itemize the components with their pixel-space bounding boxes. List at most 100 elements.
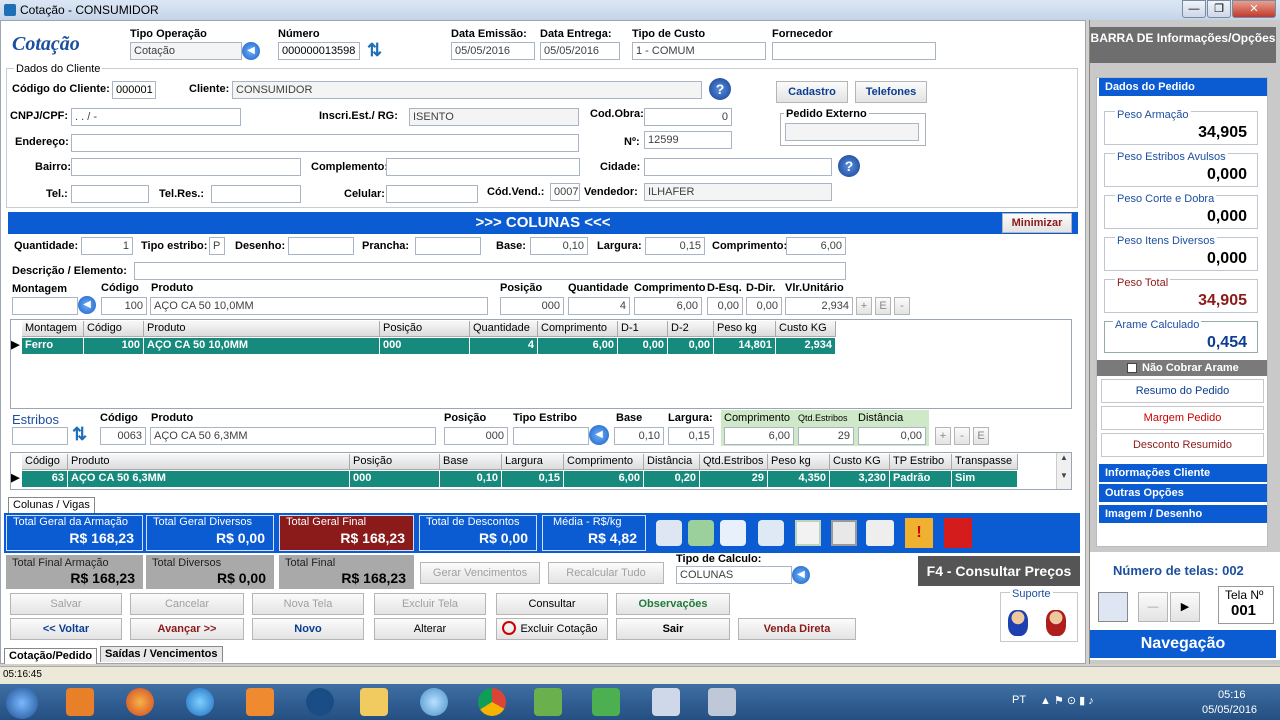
table-cell[interactable]: 0,10 [440,471,502,487]
start-orb-icon[interactable] [6,687,38,719]
voltar-button[interactable]: << Voltar [10,618,122,640]
pedido-externo-field[interactable] [785,123,919,141]
tab-colunas-vigas[interactable]: Colunas / Vigas [8,497,95,513]
estribos-tipo-field[interactable] [513,427,589,445]
column-header[interactable]: Transpasse [952,454,1018,470]
prancha-field[interactable] [415,237,481,255]
gerar-vencimentos-button[interactable]: Gerar Vencimentos [420,562,540,584]
produto-field[interactable]: AÇO CA 50 10,0MM [150,297,488,315]
estribos-produto-field[interactable]: AÇO CA 50 6,3MM [150,427,436,445]
column-header[interactable]: Código [84,321,144,337]
column-header[interactable]: Código [22,454,68,470]
table-cell[interactable]: 0,20 [644,471,700,487]
printer-icon[interactable] [866,520,894,546]
ie-icon[interactable] [186,688,214,716]
qtd-field[interactable]: 4 [568,297,630,315]
exit-door-icon[interactable] [1098,592,1128,622]
dropdown-arrow-icon[interactable]: ◀ [78,296,96,314]
support-agent-icon[interactable] [1046,610,1066,636]
column-header[interactable]: Custo KG [776,321,836,337]
consultar-button[interactable]: Consultar [496,593,608,615]
posicao-field[interactable]: 000 [500,297,564,315]
table-cell[interactable]: 6,00 [564,471,644,487]
help-icon[interactable]: ? [709,78,731,100]
refresh-icon[interactable]: ⇅ [367,40,385,60]
observacoes-button[interactable]: Observações [616,593,730,615]
codigo-cliente-field[interactable]: 000001 [112,81,156,99]
table-cell[interactable]: 4,350 [768,471,830,487]
inscr-field[interactable]: ISENTO [409,108,579,126]
complemento-field[interactable] [386,158,580,176]
firefox-icon[interactable] [126,688,154,716]
table-cell[interactable]: 14,801 [714,338,776,354]
cidade-field[interactable] [644,158,832,176]
edit-icon[interactable]: E [973,427,989,445]
column-header[interactable]: Posição [380,321,470,337]
alterar-button[interactable]: Alterar [374,618,486,640]
estribos-base-field[interactable]: 0,10 [614,427,664,445]
alert-icon[interactable]: ! [905,518,933,548]
app-clover-icon[interactable] [592,688,620,716]
desenho-field[interactable] [288,237,354,255]
avancar-button[interactable]: Avançar >> [130,618,244,640]
cliente-field[interactable]: CONSUMIDOR [232,81,702,99]
salvar-button[interactable]: Salvar [10,593,122,615]
column-header[interactable]: D-2 [668,321,714,337]
estribos-codigo-field[interactable]: 0063 [100,427,146,445]
outras-opcoes-button[interactable]: Outras Opções [1099,484,1267,502]
remove-icon[interactable]: - [954,427,970,445]
table-cell[interactable]: 4 [470,338,538,354]
imagem-desenho-button[interactable]: Imagem / Desenho [1099,505,1267,523]
novo-button[interactable]: Novo [252,618,364,640]
desq-field[interactable]: 0,00 [707,297,743,315]
folder-icon[interactable] [360,688,388,716]
dropdown-arrow-icon[interactable]: ◀ [792,566,810,584]
quantidade-field[interactable]: 1 [81,237,133,255]
tray-icons[interactable]: ▲ ⚑ ⊙ ▮ ♪ [1040,694,1094,707]
column-header[interactable]: Peso kg [768,454,830,470]
montagem-field[interactable] [12,297,78,315]
fornecedor-field[interactable] [772,42,936,60]
add-icon[interactable]: + [935,427,951,445]
table-cell[interactable]: AÇO CA 50 10,0MM [144,338,380,354]
column-header[interactable]: Quantidade [470,321,538,337]
column-header[interactable]: Comprimento [538,321,618,337]
largura-field[interactable]: 0,15 [645,237,705,255]
vlr-field[interactable]: 2,934 [785,297,853,315]
table-cell[interactable]: 3,230 [830,471,890,487]
n-field[interactable]: 12599 [644,131,732,149]
column-header[interactable]: Comprimento [564,454,644,470]
data-emissao-field[interactable]: 05/05/2016 [451,42,535,60]
info-cliente-button[interactable]: Informações Cliente [1099,464,1267,482]
vendedor-field[interactable]: ILHAFER [644,183,832,201]
table-cell[interactable]: 2,934 [776,338,836,354]
mail-icon[interactable] [720,520,746,546]
data-entrega-field[interactable]: 05/05/2016 [540,42,620,60]
app-c-icon[interactable] [306,688,334,716]
table-cell[interactable]: 0,15 [502,471,564,487]
app-people-icon[interactable] [652,688,680,716]
help-icon[interactable]: ? [838,155,860,177]
column-header[interactable]: Qtd.Estribos [700,454,768,470]
table-cell[interactable]: Padrão [890,471,952,487]
cancelar-button[interactable]: Cancelar [130,593,244,615]
table-cell[interactable]: Sim [952,471,1018,487]
celular-field[interactable] [386,185,478,203]
tipo-operacao-select[interactable]: Cotação [130,42,242,60]
estribos-posicao-field[interactable]: 000 [444,427,508,445]
table-cell[interactable]: 0,00 [618,338,668,354]
app-g-icon[interactable] [246,688,274,716]
lang-indicator[interactable]: PT [1012,694,1026,706]
table-cell[interactable]: AÇO CA 50 6,3MM [68,471,350,487]
codobra-field[interactable]: 0 [644,108,732,126]
hand-icon[interactable] [656,520,682,546]
column-header[interactable]: Produto [68,454,350,470]
column-header[interactable]: TP Estribo [890,454,952,470]
column-header[interactable]: Custo KG [830,454,890,470]
estribos-distancia-field[interactable]: 0,00 [858,427,926,445]
tipo-calculo-select[interactable]: COLUNAS [676,566,792,584]
table-cell[interactable]: 000 [380,338,470,354]
globe-icon[interactable] [420,688,448,716]
base-field[interactable]: 0,10 [530,237,588,255]
nav-next-button[interactable]: ▶ [1170,592,1200,622]
